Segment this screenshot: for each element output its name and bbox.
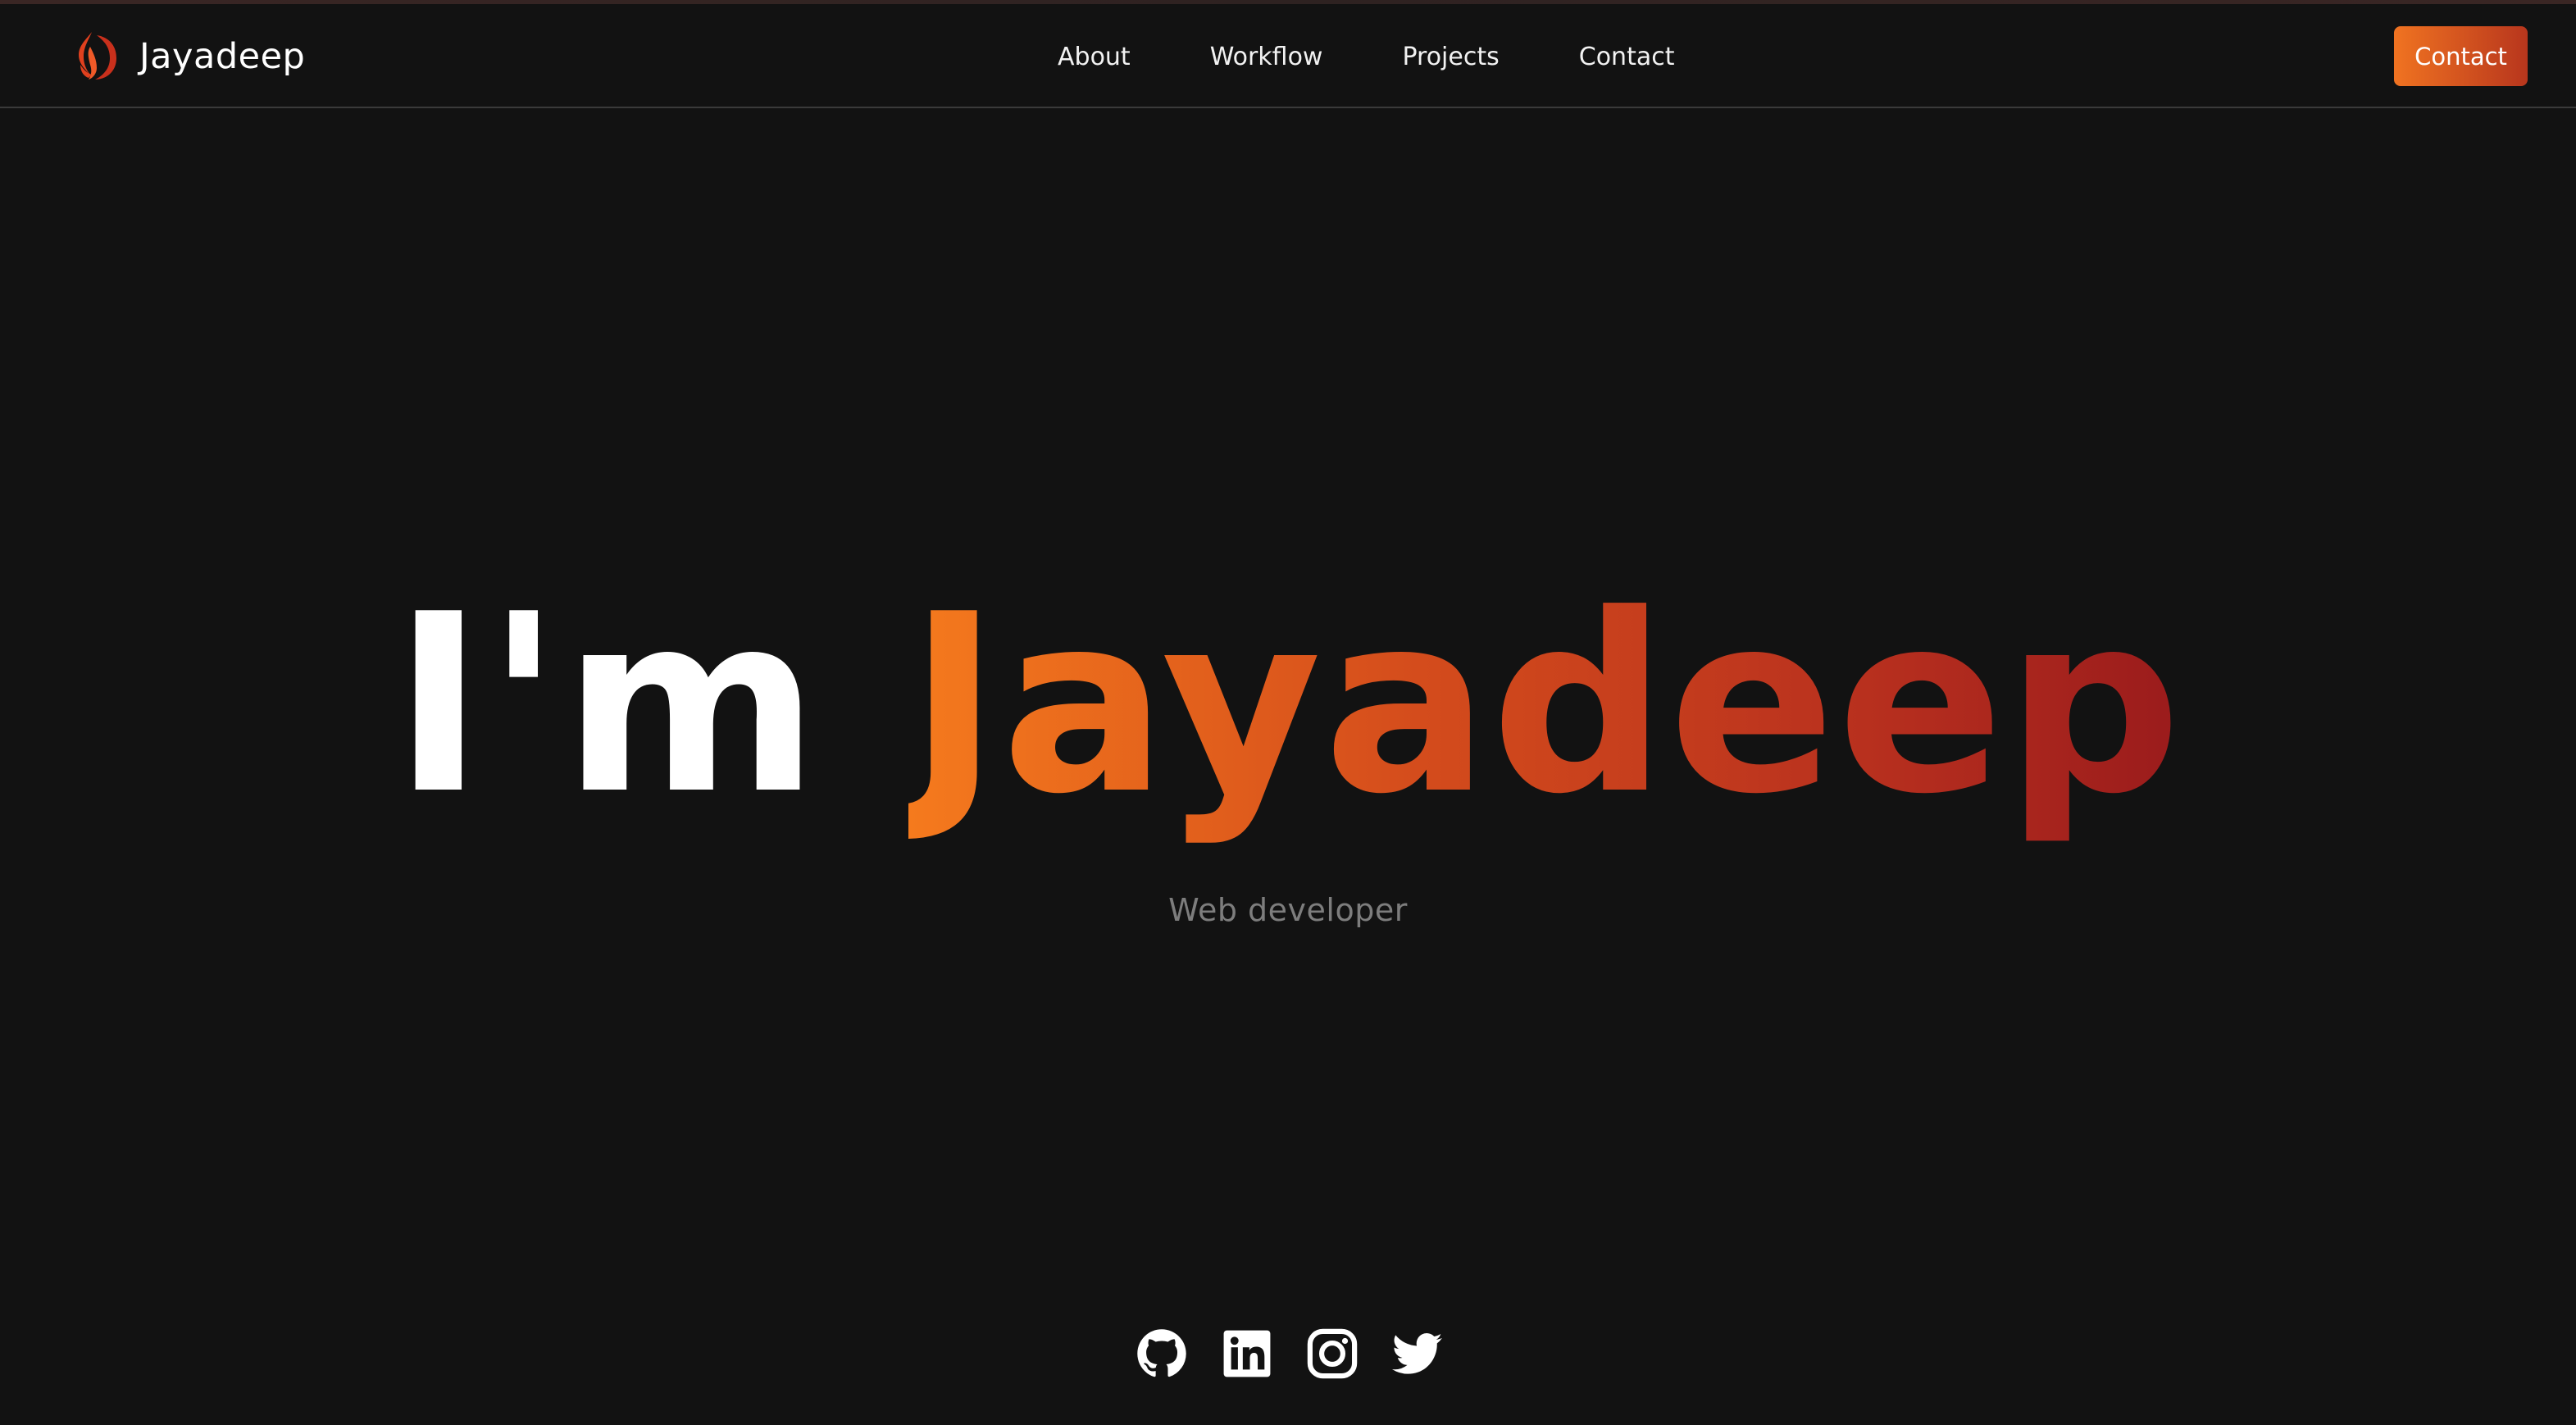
main-nav: About Workflow Projects Contact xyxy=(1058,27,1674,86)
twitter-icon xyxy=(1392,1333,1442,1374)
hero-section: I'm Jayadeep xyxy=(0,574,2576,836)
github-link[interactable] xyxy=(1136,1328,1187,1379)
brand-name: Jayadeep xyxy=(139,36,306,77)
instagram-link[interactable] xyxy=(1307,1328,1358,1379)
hero-name: Jayadeep xyxy=(908,562,2183,848)
jd-flame-logo-icon xyxy=(79,32,116,80)
site-header: Jayadeep About Workflow Projects Contact… xyxy=(0,4,2576,108)
twitter-link[interactable] xyxy=(1392,1328,1443,1379)
nav-item-workflow[interactable]: Workflow xyxy=(1210,43,1323,71)
linkedin-link[interactable] xyxy=(1222,1328,1272,1379)
nav-item-about[interactable]: About xyxy=(1058,43,1131,71)
hero-subtitle: Web developer xyxy=(1168,892,1408,928)
hero-heading: I'm Jayadeep xyxy=(393,582,2183,828)
nav-item-projects[interactable]: Projects xyxy=(1402,43,1499,71)
instagram-icon xyxy=(1307,1328,1358,1379)
hero-prefix: I'm xyxy=(393,562,821,848)
github-icon xyxy=(1137,1329,1186,1377)
contact-button[interactable]: Contact xyxy=(2394,26,2528,86)
nav-item-contact[interactable]: Contact xyxy=(1579,43,1675,71)
social-links xyxy=(1136,1328,1443,1379)
linkedin-icon xyxy=(1223,1330,1271,1377)
brand-link[interactable]: Jayadeep xyxy=(72,27,305,86)
